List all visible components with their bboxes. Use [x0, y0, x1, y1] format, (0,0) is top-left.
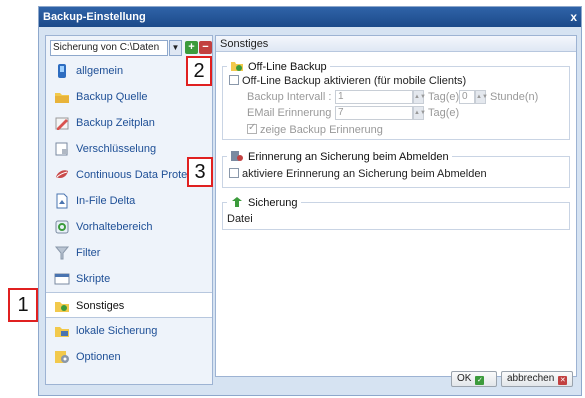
options-icon	[55, 351, 69, 363]
settings-nav-list: allgemein Backup Quelle Backup Zeitplan …	[46, 58, 212, 370]
document-icon	[56, 193, 68, 209]
filter-icon	[54, 246, 70, 260]
settings-content-panel: Sonstiges Off-Line Backup Off-Line Backu…	[215, 35, 577, 377]
logout-reminder-title: Erinnerung an Sicherung beim Abmelden	[227, 149, 452, 165]
nav-label: lokale Sicherung	[76, 325, 158, 337]
misc-folder-icon	[55, 302, 69, 312]
nav-label: Backup Zeitplan	[76, 117, 155, 129]
security-icon	[232, 197, 242, 207]
email-reminder-days-input[interactable]: 7	[335, 106, 413, 120]
logout-reminder-enable-row[interactable]: aktiviere Erinnerung an Sicherung beim A…	[229, 168, 487, 180]
nav-label: Vorhaltebereich	[76, 221, 153, 233]
recycle-icon	[55, 220, 69, 234]
nav-item-lokale-sicherung[interactable]: lokale Sicherung	[46, 318, 212, 344]
email-days-unit: Tag(e)	[428, 107, 460, 119]
interval-hours-unit: Stunde(n)	[490, 91, 539, 103]
nav-item-optionen[interactable]: Optionen	[46, 344, 212, 370]
nav-label: Skripte	[76, 273, 111, 285]
backup-settings-window: Backup-Einstellung x Sicherung von C:\Da…	[38, 6, 582, 396]
nav-item-backup-zeitplan[interactable]: Backup Zeitplan	[46, 110, 212, 136]
callout-3: 3	[187, 157, 213, 187]
offline-backup-enable-label: Off-Line Backup aktivieren (für mobile C…	[242, 75, 467, 87]
interval-days-unit: Tag(e)	[428, 91, 460, 103]
lock-icon	[55, 142, 68, 156]
show-reminder-label: zeige Backup Erinnerung	[260, 124, 383, 136]
nav-item-vorhaltebereich[interactable]: Vorhaltebereich	[46, 214, 212, 240]
backup-source-select[interactable]: Sicherung von C:\Daten	[50, 40, 168, 56]
shield-icon	[56, 170, 68, 179]
logout-reminder-checkbox[interactable]	[229, 168, 239, 178]
title-bar: Backup-Einstellung x	[39, 7, 581, 27]
security-value: Datei	[227, 213, 253, 225]
offline-backup-group: Off-Line Backup Off-Line Backup aktivier…	[222, 59, 570, 140]
email-reminder-label: EMail Erinnerung :	[247, 107, 338, 119]
logout-reminder-group: Erinnerung an Sicherung beim Abmelden ak…	[222, 149, 570, 188]
interval-days-spinner-icon[interactable]: ▲▼	[413, 90, 426, 104]
remove-icon[interactable]: −	[199, 41, 212, 54]
window-title: Backup-Einstellung	[43, 11, 146, 23]
nav-label: allgemein	[76, 65, 124, 77]
logout-reminder-icon	[231, 151, 243, 161]
nav-label: Sonstiges	[76, 300, 125, 312]
offline-backup-icon	[231, 62, 243, 71]
interval-hours-spinner-icon[interactable]: ▲▼	[475, 90, 488, 104]
backup-interval-days-input[interactable]: 1	[335, 90, 413, 104]
security-title: Sicherung	[227, 195, 301, 211]
nav-label: Optionen	[76, 351, 121, 363]
phone-icon	[58, 64, 66, 78]
schedule-icon	[55, 117, 69, 130]
source-select-row: Sicherung von C:\Daten ▼ + −	[50, 40, 212, 56]
show-reminder-row[interactable]: zeige Backup Erinnerung	[247, 122, 383, 136]
nav-item-sonstiges[interactable]: Sonstiges	[46, 292, 212, 318]
add-icon[interactable]: +	[185, 41, 198, 54]
left-navigation-panel: Sicherung von C:\Daten ▼ + − allgemein B…	[45, 35, 213, 385]
local-backup-icon	[55, 327, 69, 337]
nav-label: Backup Quelle	[76, 91, 148, 103]
nav-item-filter[interactable]: Filter	[46, 240, 212, 266]
nav-label: Filter	[76, 247, 101, 259]
security-group: Sicherung Datei	[222, 195, 570, 230]
nav-item-in-file-delta[interactable]: In-File Delta	[46, 188, 212, 214]
show-reminder-checkbox[interactable]	[247, 122, 257, 134]
offline-backup-checkbox[interactable]	[229, 75, 239, 85]
email-days-spinner-icon[interactable]: ▲▼	[413, 106, 426, 120]
folder-icon	[55, 93, 69, 103]
nav-item-skripte[interactable]: Skripte	[46, 266, 212, 292]
callout-1: 1	[8, 288, 38, 322]
nav-label: In-File Delta	[76, 195, 136, 207]
dialog-button-bar: OK ✓ abbrechen ✕	[375, 371, 575, 389]
ok-button[interactable]: OK ✓	[451, 371, 497, 387]
callout-2: 2	[186, 56, 212, 86]
offline-backup-title: Off-Line Backup	[227, 59, 330, 75]
nav-item-backup-quelle[interactable]: Backup Quelle	[46, 84, 212, 110]
close-icon[interactable]: x	[570, 7, 577, 27]
cancel-button[interactable]: abbrechen ✕	[501, 371, 573, 387]
backup-interval-hours-input[interactable]: 0	[459, 90, 475, 104]
chevron-down-icon[interactable]: ▼	[169, 40, 182, 56]
check-icon: ✓	[475, 376, 485, 385]
logout-reminder-enable-label: aktiviere Erinnerung an Sicherung beim A…	[242, 168, 487, 180]
cancel-x-icon: ✕	[558, 376, 568, 385]
backup-interval-label: Backup Intervall :	[247, 91, 332, 103]
section-header: Sonstiges	[216, 36, 576, 52]
nav-label: Verschlüsselung	[76, 143, 157, 155]
offline-backup-enable-row[interactable]: Off-Line Backup aktivieren (für mobile C…	[229, 75, 466, 87]
script-icon	[54, 273, 70, 285]
